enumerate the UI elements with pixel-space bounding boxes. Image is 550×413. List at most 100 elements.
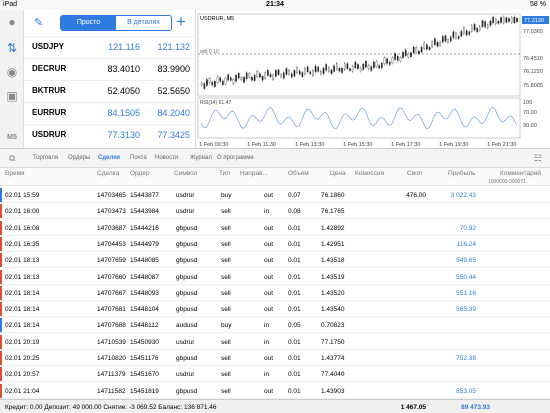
window-icon[interactable]: ⧉: [9, 153, 15, 164]
rsi-level-30: 30.00: [523, 123, 537, 129]
col-volume[interactable]: Объем: [288, 170, 309, 177]
candle: [463, 27, 465, 34]
candle: [396, 56, 399, 61]
cell-price: 1.43518: [321, 257, 345, 265]
deal-row[interactable]: 02.01 18:14 14707667 15448093 gbpusd sell out…: [0, 285, 550, 301]
candle: [373, 61, 375, 68]
cell-order: 15448093: [130, 289, 159, 297]
deal-row[interactable]: 02.01 15:59 14703465 15443877 usdrur buy out 0…: [0, 187, 550, 203]
candle: [455, 32, 457, 39]
candle: [248, 73, 251, 78]
tab-1[interactable]: Ордеры: [68, 155, 90, 161]
quote-bid: 77.3130: [107, 130, 140, 140]
quote-row-eurrur[interactable]: EURRUR 84.1505 84.2040: [24, 102, 196, 124]
cell-dir: out: [264, 273, 274, 281]
deal-row[interactable]: 02.01 18:13 14707659 15448085 gbpusd sell out…: [0, 252, 550, 269]
col-profit[interactable]: Прибыль: [448, 170, 476, 177]
deal-side-marker: [0, 302, 2, 317]
cell-dir: in: [264, 322, 270, 330]
edit-icon[interactable]: ✎: [34, 16, 43, 29]
candle: [420, 47, 423, 53]
col-price[interactable]: Цена: [330, 170, 346, 177]
col-time[interactable]: Время: [5, 170, 25, 177]
candle: [487, 24, 489, 29]
candle: [516, 18, 518, 22]
cell-symbol: gbpusd: [176, 306, 198, 314]
candle: [505, 17, 508, 23]
deal-row[interactable]: 02.01 18:13 14707660 15448087 gbpusd sell out…: [0, 269, 550, 285]
col-swap[interactable]: Своп: [407, 170, 422, 177]
deal-row[interactable]: 02.01 20:19 14710539 15450930 usdrur sell in 0…: [0, 334, 550, 350]
col-type[interactable]: Тип: [219, 170, 230, 177]
deal-side-marker: [0, 204, 2, 219]
cell-vol: 0.01: [288, 224, 301, 232]
deal-row[interactable]: 02.01 16:08 14703687 15444216 gbpusd sell out…: [0, 220, 550, 236]
candle: [230, 77, 232, 81]
cell-deal: 14710539: [97, 338, 126, 346]
cell-price: 1.42892: [321, 224, 345, 232]
cell-order: 15448085: [130, 257, 159, 265]
deal-row[interactable]: 02.01 16:35 14704453 15444979 gbpusd sell out…: [0, 236, 550, 252]
tab-6[interactable]: О программе: [217, 155, 254, 161]
cell-time: 02.01 16:00: [5, 208, 40, 216]
deal-row[interactable]: 02.01 21:04 14711582 15451819 gbpusd sell out…: [0, 383, 550, 399]
trade-icon[interactable]: ⇅: [4, 40, 20, 56]
cell-dir: out: [264, 387, 274, 395]
candle: [357, 64, 359, 69]
cell-profit: 70.92: [459, 224, 476, 232]
col-comment[interactable]: Комментарий: [500, 170, 541, 177]
col-direction[interactable]: Направ...: [240, 170, 268, 177]
tab-2[interactable]: Сделки: [98, 155, 120, 161]
tab-5[interactable]: Журнал: [190, 155, 212, 161]
candle: [508, 18, 510, 22]
cell-order: 15451670: [130, 371, 159, 379]
tab-simple[interactable]: Просто: [61, 16, 116, 30]
col-order[interactable]: Ордер: [130, 170, 150, 177]
candle: [407, 53, 410, 58]
tab-detail[interactable]: В деталях: [116, 16, 171, 30]
quote-symbol: DECRUR: [32, 64, 67, 73]
tab-0[interactable]: Торговля: [33, 155, 58, 161]
candle: [375, 61, 378, 67]
cell-symbol: gbpusd: [176, 387, 198, 395]
y-label-4: 75.8005: [523, 83, 543, 89]
quote-row-usdrur[interactable]: USDRUR 77.3130 77.3425: [24, 124, 196, 146]
chat-icon[interactable]: ◉: [4, 64, 20, 80]
rsi-frame: [197, 97, 521, 139]
user-icon[interactable]: ●: [4, 14, 20, 30]
quote-row-bktrur[interactable]: BKTRUR 52.4050 52.5650: [24, 80, 196, 102]
col-symbol[interactable]: Символ: [174, 170, 197, 177]
cell-vol: 0.08: [288, 208, 301, 216]
tab-4[interactable]: Новости: [155, 155, 178, 161]
new-doc-icon[interactable]: ▣: [4, 88, 20, 104]
deal-row[interactable]: 02.01 20:25 14710820 15451176 gbpusd sell out…: [0, 350, 550, 366]
settings-icon[interactable]: ☷: [534, 153, 542, 164]
deal-row[interactable]: 02.01 18:14 14707681 15448104 gbpusd sell out…: [0, 301, 550, 318]
candle: [370, 66, 373, 71]
quote-ask: 84.2040: [157, 108, 190, 118]
price-chart[interactable]: USDRUR, M5 sell 0.10 77.3130 77.0365 76.…: [197, 10, 550, 148]
candle: [394, 53, 396, 60]
cell-type: sell: [221, 371, 231, 379]
col-deal[interactable]: Сделка: [97, 170, 119, 177]
candle: [479, 26, 481, 31]
cell-order: 15444216: [130, 224, 159, 232]
deal-row[interactable]: 02.01 20:57 14711379 15451670 usdrur sell in 0…: [0, 366, 550, 383]
deal-row[interactable]: 02.01 16:00 14703473 15443984 usdrur sell in 0…: [0, 203, 550, 220]
deal-row[interactable]: 02.01 18:14 14707688 15448112 audusd buy in 0.…: [0, 317, 550, 334]
tab-3[interactable]: Почта: [130, 155, 147, 161]
rsi-level-100: 100: [523, 100, 532, 106]
quote-row-usdjpy[interactable]: USDJPY 121.116 121.132: [24, 36, 196, 58]
col-commission[interactable]: Комиссия: [355, 170, 384, 177]
quote-row-decrur[interactable]: DECRUR 83.4010 83.9900: [24, 58, 196, 80]
candle: [328, 67, 330, 72]
candle: [351, 66, 354, 72]
cell-deal: 14704453: [97, 240, 126, 248]
candle: [288, 70, 290, 75]
candle: [298, 70, 301, 75]
add-symbol-icon[interactable]: +: [176, 12, 186, 32]
candle: [306, 66, 309, 73]
deal-side-marker: [0, 269, 2, 284]
timeframe-button[interactable]: M5: [4, 130, 20, 146]
quote-ask: 83.9900: [157, 64, 190, 74]
